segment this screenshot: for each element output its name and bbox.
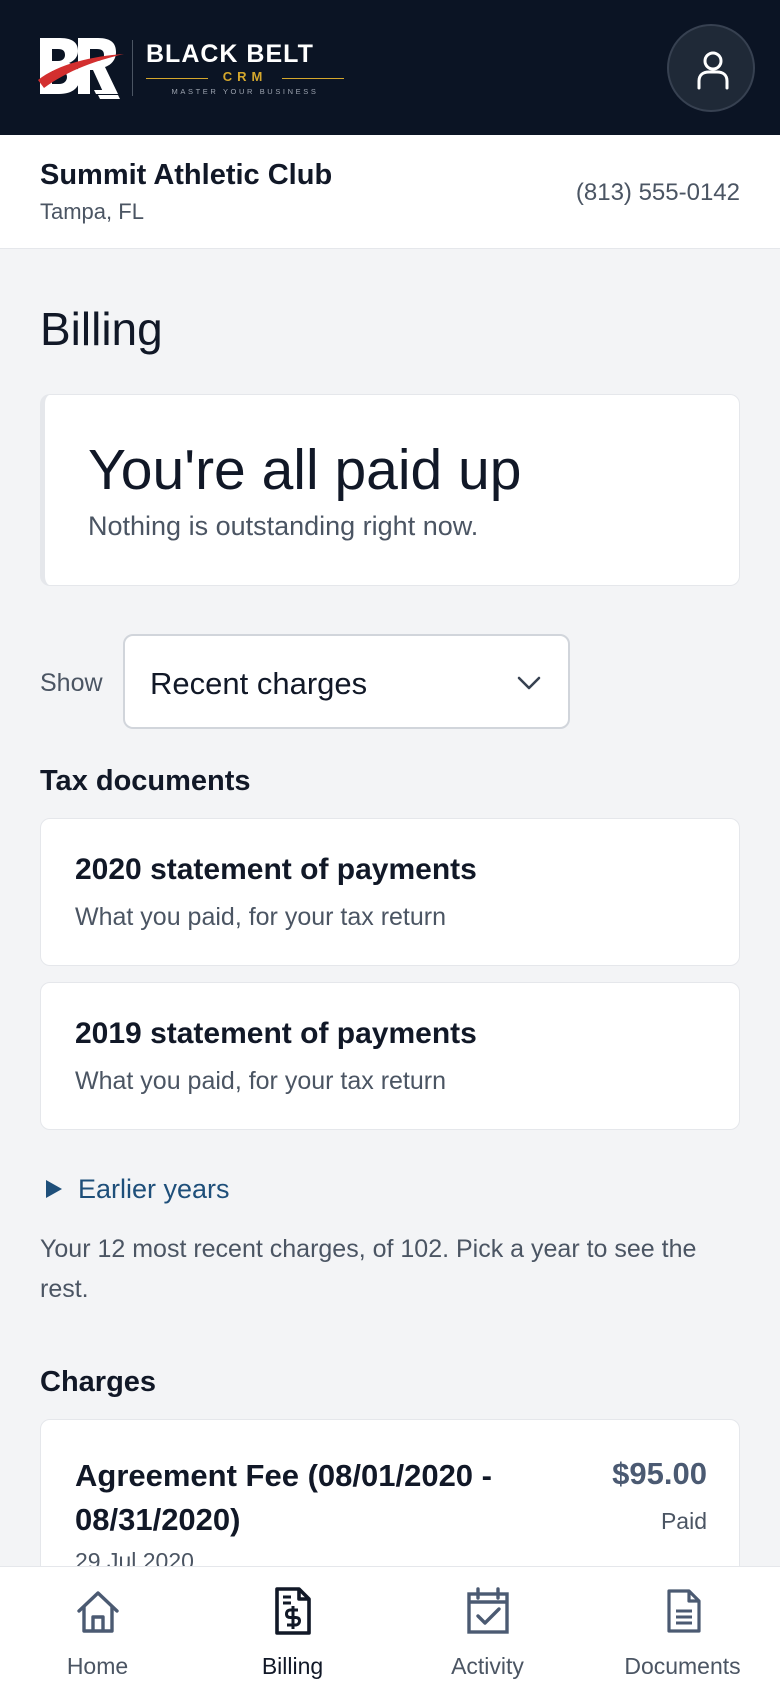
balance-status-subtitle: Nothing is outstanding right now. [88,511,479,541]
club-location: Tampa, FL [40,199,144,224]
chevron-down-icon [517,676,541,690]
nav-billing-label: Billing [261,1653,324,1679]
charge-status: Paid [660,1508,707,1534]
brand-crm-row: CRM [146,69,344,86]
brand-tagline: MASTER YOUR BUSINESS [171,87,319,96]
home-icon [77,1591,119,1633]
club-phone[interactable]: (813) 555-0142 [576,179,740,207]
profile-button[interactable] [667,24,755,112]
charges-filter-value: Recent charges [150,666,368,701]
tax-document-subtitle: What you paid, for your tax return [75,1067,447,1095]
brand-crm: CRM [222,69,268,84]
charges-heading: Charges [40,1366,157,1398]
nav-billing[interactable]: Billing [195,1567,390,1688]
charges-filter-select[interactable]: Recent charges [123,634,570,729]
tax-document-title: 2020 statement of payments [75,853,477,886]
tax-document-card[interactable]: 2020 statement of payments What you paid… [40,818,740,966]
charge-title: Agreement Fee (08/01/2020 - 08/31/2020) [75,1458,492,1537]
tax-document-card[interactable]: 2019 statement of payments What you paid… [40,982,740,1130]
brand-rule-right [282,78,344,79]
document-icon [667,1589,701,1633]
tax-documents-heading: Tax documents [40,765,251,797]
charges-summary-note: Your 12 most recent charges, of 102. Pic… [40,1235,697,1303]
balance-status-card: You're all paid up Nothing is outstandin… [40,394,740,586]
nav-home[interactable]: Home [0,1567,195,1688]
nav-documents[interactable]: Documents [585,1567,780,1688]
tax-document-title: 2019 statement of payments [75,1017,477,1050]
filter-label: Show [40,669,103,697]
nav-activity-label: Activity [451,1653,524,1679]
tax-document-subtitle: What you paid, for your tax return [75,903,447,931]
brand-logo[interactable]: BLACK BELT CRM MASTER YOUR BUSINESS [38,34,358,100]
balance-status-title: You're all paid up [88,438,522,502]
invoice-dollar-icon [275,1587,311,1635]
user-icon [697,51,729,90]
disclosure-triangle-icon [46,1180,62,1198]
club-name: Summit Athletic Club [40,159,333,191]
calendar-check-icon [467,1587,509,1634]
earlier-years-label: Earlier years [78,1174,230,1204]
club-info-bar: Summit Athletic Club Tampa, FL (813) 555… [0,135,780,249]
nav-activity[interactable]: Activity [390,1567,585,1688]
app-header: BLACK BELT CRM MASTER YOUR BUSINESS [0,0,780,135]
nav-documents-label: Documents [624,1653,741,1679]
nav-home-label: Home [66,1653,129,1679]
bb-logo-mark-icon [38,38,124,99]
charge-amount: $95.00 [612,1456,707,1491]
page-title: Billing [40,303,163,355]
brand-name: BLACK BELT [146,40,314,68]
bottom-nav: Home Billing Activity Documents [0,1566,780,1688]
logo-divider [132,40,133,96]
